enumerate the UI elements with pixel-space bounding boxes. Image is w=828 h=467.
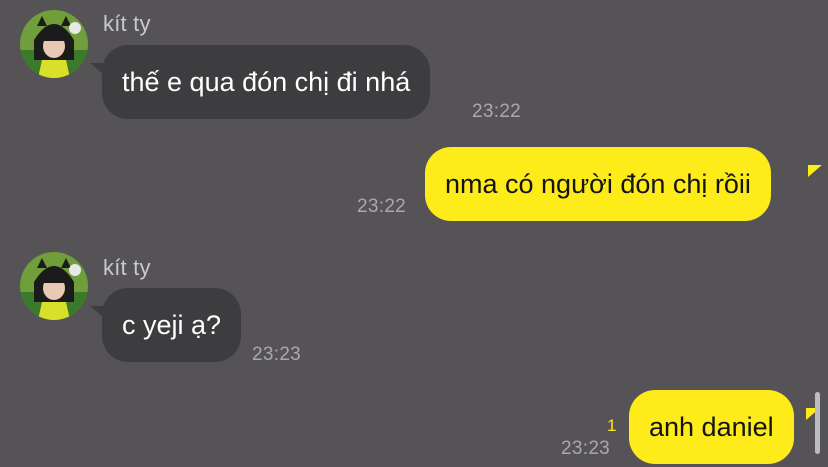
avatar-photo-icon <box>20 10 88 78</box>
sender-name: kít ty <box>103 255 151 280</box>
message-timestamp: 23:22 <box>472 101 522 122</box>
bubble-tail <box>808 165 822 177</box>
unread-count: 1 <box>607 416 617 435</box>
message-timestamp: 23:23 <box>252 344 302 365</box>
message-bubble[interactable]: nma có người đón chị rồii <box>425 147 771 221</box>
scrollbar[interactable] <box>815 392 820 454</box>
avatar-photo-icon <box>20 252 88 320</box>
message-bubble[interactable]: anh daniel <box>629 390 794 464</box>
message-timestamp: 23:23 <box>561 438 611 459</box>
sender-avatar[interactable] <box>20 252 88 320</box>
sender-avatar[interactable] <box>20 10 88 78</box>
message-timestamp: 23:22 <box>357 196 407 217</box>
sender-name: kít ty <box>103 11 151 36</box>
message-bubble[interactable]: c yeji ạ? <box>102 288 242 362</box>
message-bubble[interactable]: thế e qua đón chị đi nhá <box>102 45 431 119</box>
